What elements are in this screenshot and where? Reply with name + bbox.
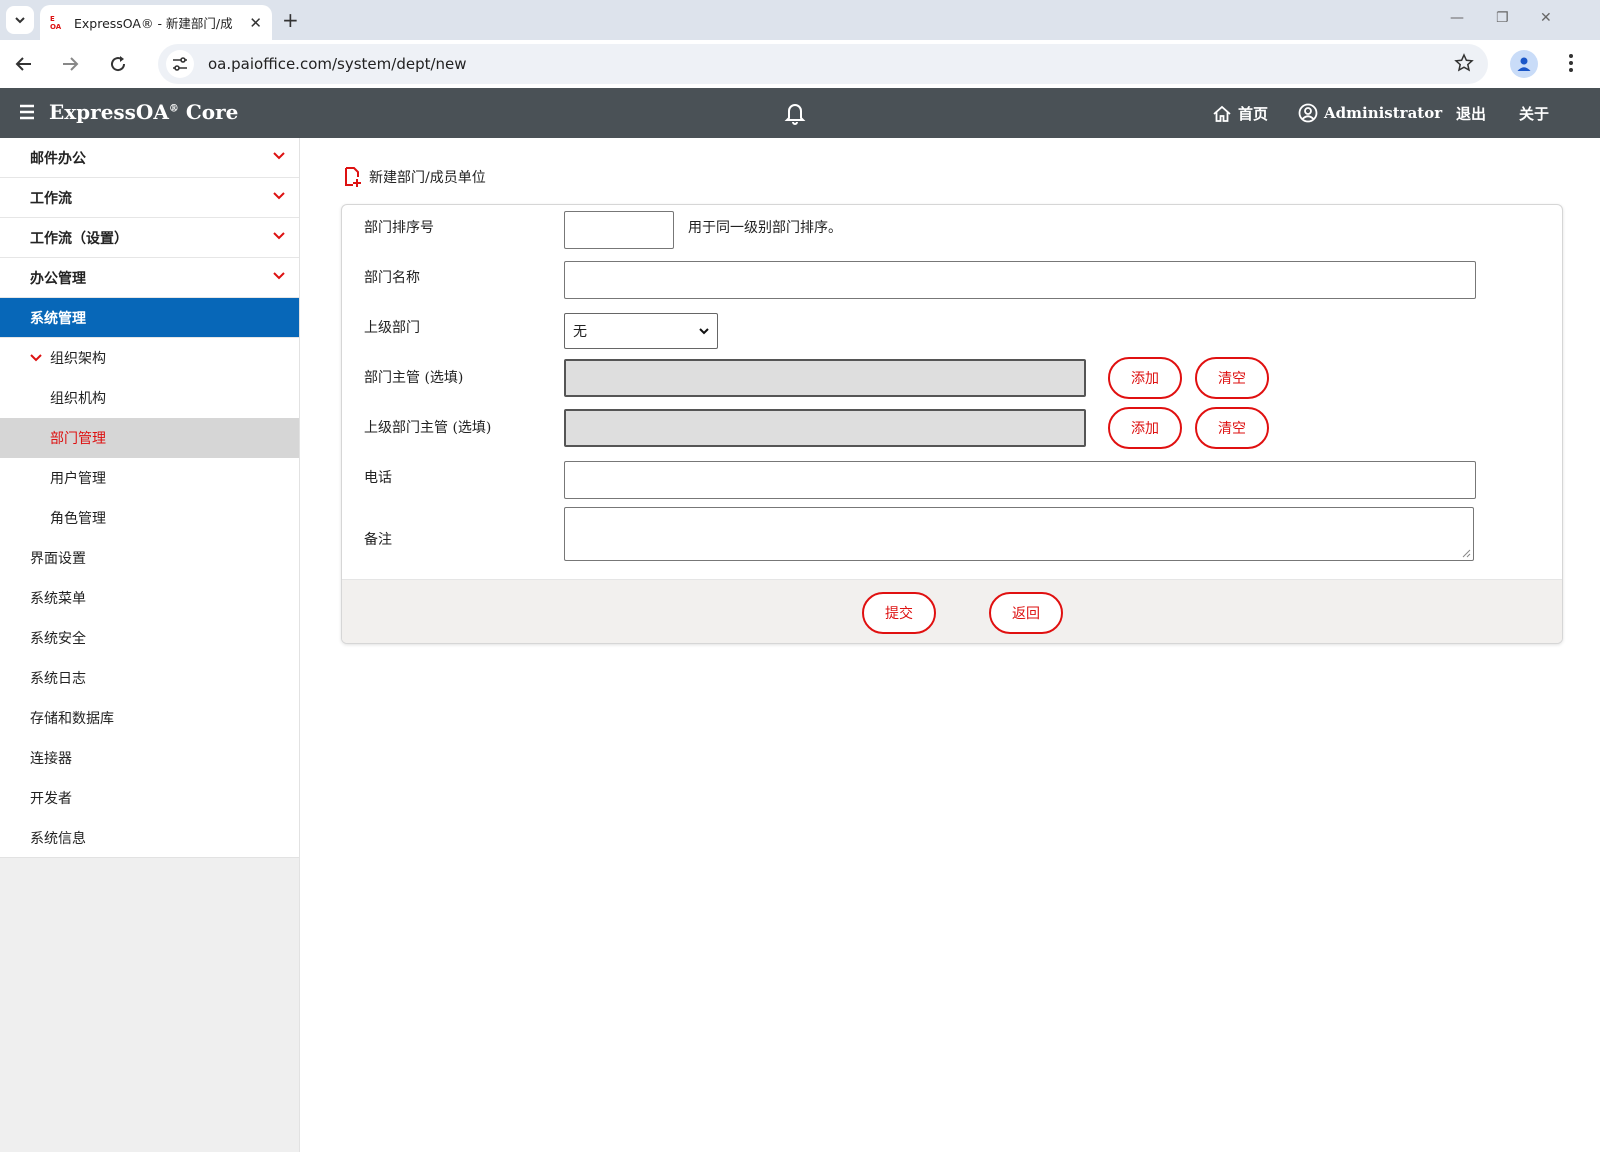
site-info-button[interactable] (166, 50, 194, 78)
sidebar-item-workflow-settings[interactable]: 工作流（设置） (0, 218, 299, 258)
tab-title: ExpressOA® - 新建部门/成 (74, 16, 233, 31)
app-header: ExpressOA® Core 首页 Administrator 退出 关于 (0, 88, 1600, 138)
chevron-down-icon (273, 152, 285, 160)
browser-tab[interactable]: E OA ExpressOA® - 新建部门/成 ✕ (40, 5, 272, 40)
sidebar-item-mail[interactable]: 邮件办公 (0, 138, 299, 178)
resize-grip-icon[interactable] (1462, 549, 1471, 558)
order-hint: 用于同一级别部门排序。 (688, 220, 842, 236)
sidebar-item-system-security[interactable]: 系统安全 (0, 618, 299, 658)
person-icon (1517, 57, 1531, 71)
manager-field (564, 359, 1086, 397)
chevron-down-icon (273, 192, 285, 200)
arrow-left-icon (15, 57, 31, 71)
tune-icon (173, 57, 187, 71)
sidebar-item-connectors[interactable]: 连接器 (0, 738, 299, 778)
forward-button[interactable] (58, 52, 82, 76)
restore-icon[interactable]: ❐ (1496, 10, 1509, 26)
tab-search-button[interactable] (6, 6, 34, 34)
dept-form: 部门排序号 用于同一级别部门排序。 部门名称 上级部门 无 部门主管 (选填) … (341, 204, 1563, 644)
chevron-down-icon (273, 272, 285, 280)
add-parent-manager-button[interactable]: 添加 (1108, 407, 1182, 449)
hamburger-menu-icon[interactable] (19, 103, 35, 121)
back-button[interactable] (12, 52, 36, 76)
user-menu[interactable]: Administrator (1298, 103, 1442, 123)
parent-manager-label: 上级部门主管 (选填) (364, 420, 492, 436)
parent-select-value: 无 (573, 323, 587, 339)
bookmark-star-icon[interactable] (1454, 53, 1474, 73)
notification-bell-icon[interactable] (784, 101, 806, 125)
chevron-down-icon (15, 17, 25, 24)
sidebar-item-system-log[interactable]: 系统日志 (0, 658, 299, 698)
sidebar-item-system-info[interactable]: 系统信息 (0, 818, 299, 858)
name-label: 部门名称 (364, 270, 420, 286)
logout-link[interactable]: 退出 (1456, 103, 1486, 124)
home-label: 首页 (1238, 105, 1269, 123)
new-document-icon (345, 167, 361, 187)
user-name: Administrator (1324, 104, 1443, 122)
tab-close-icon[interactable]: ✕ (249, 14, 262, 32)
back-button-form[interactable]: 返回 (989, 592, 1063, 634)
address-bar[interactable]: oa.paioffice.com/system/dept/new (158, 44, 1488, 84)
brand-logo[interactable]: ExpressOA® Core (49, 100, 238, 124)
sidebar-group-organization[interactable]: 组织架构 (0, 338, 299, 378)
minimize-icon[interactable]: — (1450, 10, 1464, 26)
favicon-icon: E OA (50, 14, 62, 31)
parent-manager-field (564, 409, 1086, 447)
add-manager-button[interactable]: 添加 (1108, 357, 1182, 399)
parent-select[interactable]: 无 (564, 313, 718, 349)
profile-button[interactable] (1510, 50, 1538, 78)
remark-label: 备注 (364, 532, 392, 548)
chevron-down-icon (30, 354, 42, 362)
order-label: 部门排序号 (364, 220, 434, 236)
chevron-down-icon (273, 232, 285, 240)
home-icon (1213, 105, 1231, 122)
sidebar-item-user-management[interactable]: 用户管理 (0, 458, 299, 498)
more-vert-icon[interactable] (1568, 52, 1574, 74)
phone-label: 电话 (364, 470, 392, 486)
sidebar-item-org-structure[interactable]: 组织机构 (0, 378, 299, 418)
sidebar-item-role-management[interactable]: 角色管理 (0, 498, 299, 538)
sidebar-item-ui-settings[interactable]: 界面设置 (0, 538, 299, 578)
chevron-down-icon (699, 327, 709, 334)
sidebar-item-dept-management[interactable]: 部门管理 (0, 418, 299, 458)
new-tab-icon[interactable]: + (282, 8, 299, 32)
url-text: oa.paioffice.com/system/dept/new (208, 55, 467, 73)
sidebar-item-system-menu[interactable]: 系统菜单 (0, 578, 299, 618)
submit-button[interactable]: 提交 (862, 592, 936, 634)
window-close-icon[interactable]: ✕ (1540, 10, 1552, 26)
sidebar-menu: 邮件办公 工作流 工作流（设置） 办公管理 系统管理 组织架构 组织机构 部门管… (0, 138, 299, 858)
form-footer: 提交 返回 (342, 579, 1562, 643)
home-link[interactable]: 首页 (1212, 103, 1268, 124)
arrow-right-icon (63, 57, 79, 71)
about-link[interactable]: 关于 (1519, 103, 1549, 124)
remark-textarea[interactable] (564, 507, 1474, 561)
sidebar: 邮件办公 工作流 工作流（设置） 办公管理 系统管理 组织架构 组织机构 部门管… (0, 138, 300, 1152)
name-input[interactable] (564, 261, 1476, 299)
sidebar-item-storage-database[interactable]: 存储和数据库 (0, 698, 299, 738)
reload-icon (111, 56, 126, 72)
account-circle-icon (1298, 103, 1318, 123)
clear-manager-button[interactable]: 清空 (1195, 357, 1269, 399)
page-title: 新建部门/成员单位 (343, 166, 486, 188)
sidebar-item-workflow[interactable]: 工作流 (0, 178, 299, 218)
sidebar-item-office[interactable]: 办公管理 (0, 258, 299, 298)
manager-label: 部门主管 (选填) (364, 370, 464, 386)
phone-input[interactable] (564, 461, 1476, 499)
sidebar-item-developer[interactable]: 开发者 (0, 778, 299, 818)
parent-label: 上级部门 (364, 320, 420, 336)
browser-toolbar: oa.paioffice.com/system/dept/new (0, 40, 1600, 88)
sidebar-item-system[interactable]: 系统管理 (0, 298, 299, 338)
order-input[interactable] (564, 211, 674, 249)
reload-button[interactable] (106, 52, 130, 76)
browser-tabstrip: E OA ExpressOA® - 新建部门/成 ✕ + — ❐ ✕ (0, 0, 1600, 40)
clear-parent-manager-button[interactable]: 清空 (1195, 407, 1269, 449)
